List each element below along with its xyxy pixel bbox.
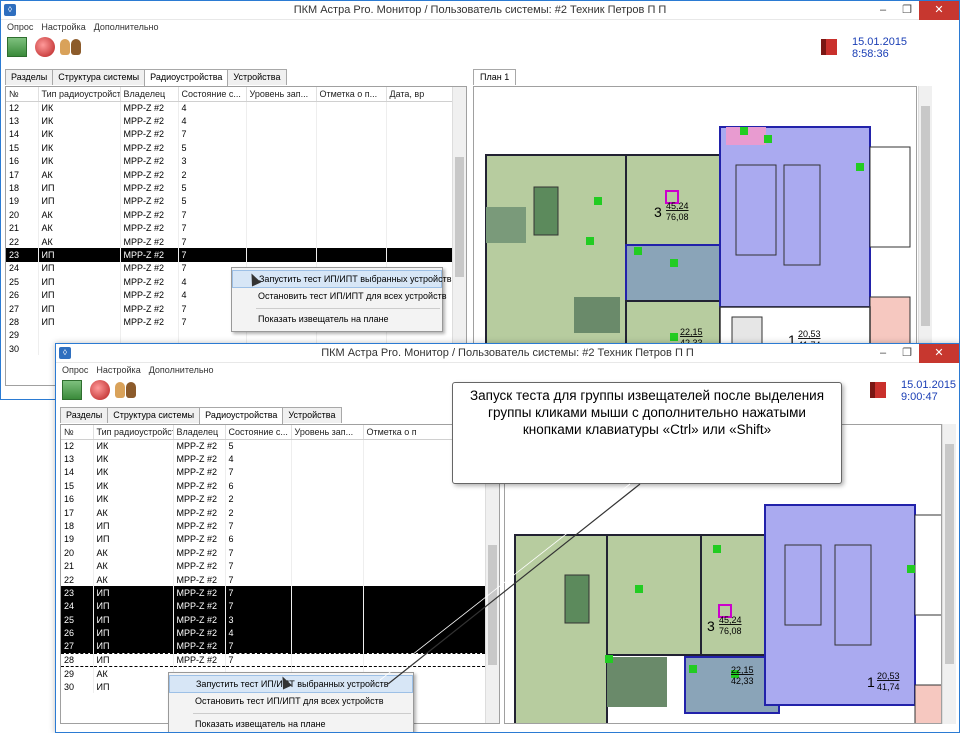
callout-line	[387, 483, 641, 685]
callout-line-highlight	[379, 483, 631, 681]
callout-pointer	[379, 483, 641, 685]
